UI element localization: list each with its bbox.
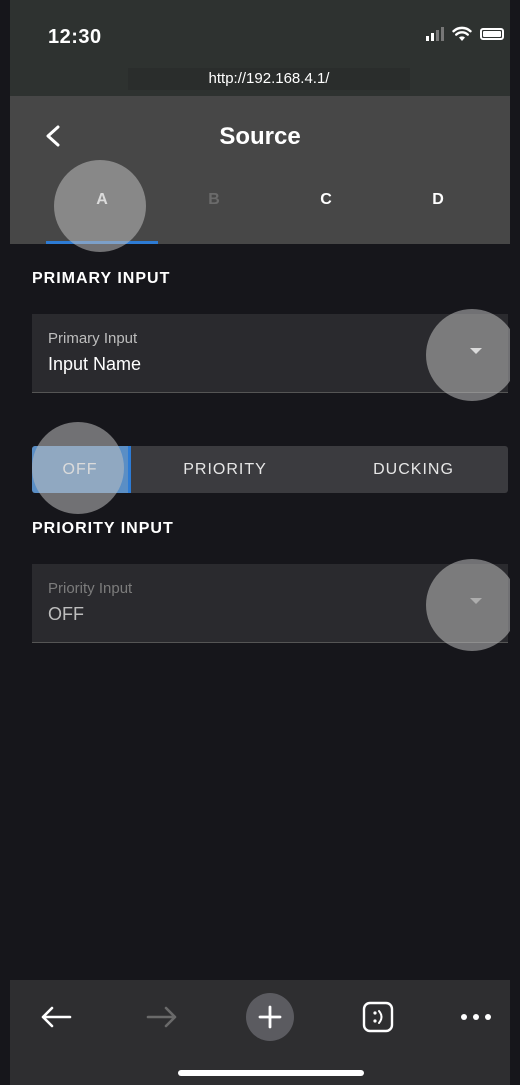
status-time: 12:30 <box>48 26 102 48</box>
battery-icon <box>480 28 504 40</box>
mode-ducking-button[interactable]: DUCKING <box>319 446 508 493</box>
page-title: Source <box>219 123 301 150</box>
priority-input-select: Priority Input OFF <box>32 564 508 643</box>
cellular-signal-icon <box>426 27 444 41</box>
priority-input-value: OFF <box>48 604 84 624</box>
tab-b: B <box>208 191 220 208</box>
forward-arrow-icon <box>140 995 184 1039</box>
mode-priority-button[interactable]: PRIORITY <box>131 446 319 493</box>
browser-toolbar <box>10 980 510 1085</box>
primary-input-heading: PRIMARY INPUT <box>32 270 171 287</box>
primary-input-value: Input Name <box>48 354 142 374</box>
tabs-icon[interactable] <box>356 995 400 1039</box>
chevron-down-icon[interactable] <box>470 348 482 354</box>
url-text[interactable]: http://192.168.4.1/ <box>128 68 410 90</box>
tab-c[interactable]: C <box>270 176 382 244</box>
primary-input-select[interactable]: Primary Input Input Name <box>32 314 508 393</box>
chevron-down-icon <box>470 598 482 604</box>
back-arrow-icon[interactable] <box>34 995 78 1039</box>
mode-segmented-control: OFF PRIORITY DUCKING <box>32 446 508 493</box>
mode-off-button[interactable]: OFF <box>32 446 131 493</box>
priority-input-label: Priority Input <box>48 580 133 597</box>
primary-input-label: Primary Input <box>48 330 138 347</box>
wifi-icon <box>452 26 472 41</box>
priority-input-heading: PRIORITY INPUT <box>32 520 174 537</box>
phone-screen: 12:30 http://192.168.4.1/ Source A B C D <box>10 0 510 1085</box>
app-header: Source A B C D <box>10 96 510 244</box>
tab-a[interactable]: A <box>46 176 158 244</box>
tab-d[interactable]: D <box>382 176 494 244</box>
address-bar[interactable]: http://192.168.4.1/ <box>10 62 510 96</box>
status-bar: 12:30 <box>10 0 510 62</box>
tab-bar: A B C D <box>10 176 510 244</box>
plus-icon[interactable] <box>246 993 294 1041</box>
home-indicator <box>178 1070 364 1076</box>
more-icon[interactable] <box>454 995 498 1039</box>
